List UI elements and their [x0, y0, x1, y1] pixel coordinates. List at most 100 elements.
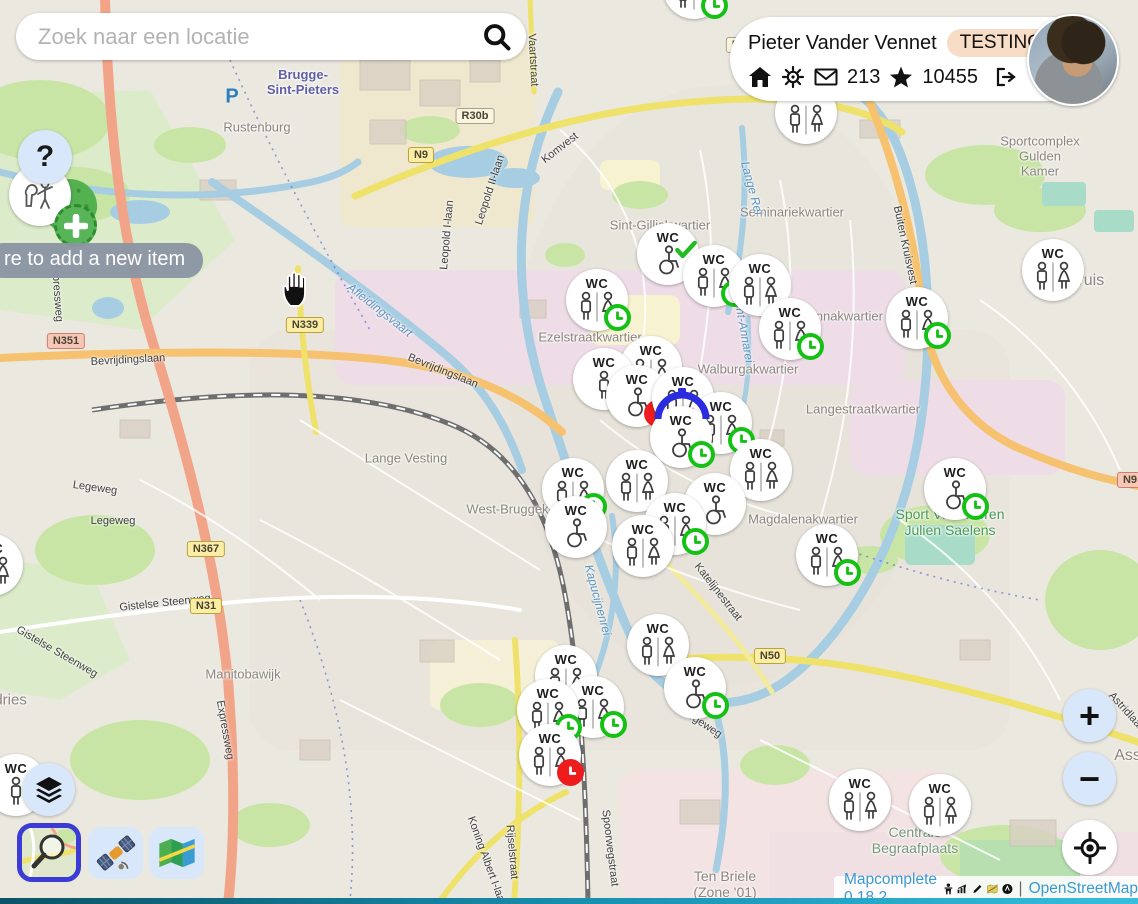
osm-attribution-link[interactable]: OpenStreetMap — [1029, 880, 1138, 898]
star-icon[interactable] — [889, 65, 913, 89]
man-woman-figure-icon — [0, 556, 14, 588]
marker-wc-label: WC — [924, 466, 986, 479]
user-name: Pieter Vander Vennet — [748, 32, 937, 55]
map-marker-toilet[interactable]: WC — [519, 724, 581, 786]
add-new-item-button[interactable] — [54, 204, 97, 247]
clock-icon — [562, 764, 579, 781]
surveyor-icon[interactable] — [943, 881, 954, 897]
clock-icon — [707, 697, 724, 714]
marker-wc-label: WC — [545, 504, 607, 517]
map-marker-toilet[interactable]: WC — [612, 515, 674, 577]
map-marker-toilet[interactable]: WC — [796, 524, 858, 586]
map-markers-layer: WC WC WC WC WC WC WC WC WC WC WC WC WC WC WC WC WC WC WC WC… — [0, 0, 1138, 904]
crosshair-icon — [1074, 832, 1106, 864]
marker-wc-label: WC — [644, 501, 706, 514]
search-bar — [16, 13, 526, 60]
opening-hours-badge — [834, 559, 861, 586]
clock-icon — [967, 498, 984, 515]
opening-hours-badge — [688, 441, 715, 468]
marker-wc-label: WC — [627, 622, 689, 635]
marker-wc-label: WC — [566, 277, 628, 290]
marker-wc-label: WC — [652, 375, 714, 388]
map-marker-toilet[interactable]: WC — [1022, 239, 1084, 301]
help-button[interactable]: ? — [18, 130, 72, 184]
man-woman-figure-icon — [918, 796, 962, 828]
geolocate-button[interactable] — [1062, 820, 1117, 875]
zoom-out-button[interactable]: − — [1063, 752, 1116, 805]
marker-wc-label: WC — [759, 306, 821, 319]
layers-button[interactable] — [22, 763, 75, 816]
add-item-pin[interactable] — [36, 176, 102, 250]
map-marker-toilet[interactable]: WC — [0, 534, 23, 596]
license-icon[interactable] — [1002, 881, 1013, 897]
clock-icon — [929, 327, 946, 344]
user-avatar[interactable] — [1027, 14, 1119, 106]
zoom-in-label: + — [1079, 695, 1100, 737]
zoom-out-label: − — [1079, 758, 1100, 800]
clock-icon — [706, 0, 723, 14]
opening-hours-badge — [924, 322, 951, 349]
map-marker-toilet[interactable]: WC — [663, 0, 725, 19]
add-item-tooltip: re to add a new item — [0, 243, 203, 278]
opening-hours-badge — [604, 304, 631, 331]
map-marker-toilet[interactable]: WC — [566, 269, 628, 331]
messages-envelope-icon[interactable] — [814, 65, 838, 89]
clock-icon — [605, 716, 622, 733]
marker-wc-label: WC — [909, 782, 971, 795]
home-icon[interactable] — [748, 65, 772, 89]
opening-hours-badge — [702, 692, 729, 719]
map-marker-toilet[interactable]: WC — [759, 298, 821, 360]
man-woman-figure-icon — [838, 791, 882, 823]
marker-wc-label: WC — [886, 295, 948, 308]
marker-wc-label: WC — [1022, 247, 1084, 260]
background-map-button[interactable] — [149, 827, 204, 879]
marker-wc-label: WC — [829, 777, 891, 790]
changeset-count: 10455 — [922, 66, 978, 89]
message-count: 213 — [847, 66, 880, 89]
opening-hours-badge — [701, 0, 728, 19]
man-woman-figure-icon — [784, 104, 828, 136]
settings-gear-icon[interactable] — [781, 65, 805, 89]
search-input[interactable] — [36, 23, 482, 51]
satellite-icon — [95, 832, 137, 874]
map-marker-toilet[interactable]: WC — [886, 287, 948, 349]
help-question-mark: ? — [36, 140, 54, 174]
logout-icon[interactable] — [995, 65, 1019, 89]
brand-bottom-bar — [0, 898, 1138, 904]
man-woman-figure-icon — [621, 537, 665, 569]
man-woman-figure-icon — [615, 472, 659, 504]
marker-wc-label: WC — [664, 665, 726, 678]
marker-wc-label: WC — [542, 466, 604, 479]
mapcomplete-logo-icon[interactable] — [987, 881, 998, 897]
layers-icon — [34, 776, 64, 804]
opening-hours-badge — [600, 711, 627, 738]
map-marker-toilet[interactable]: WC — [909, 774, 971, 836]
marker-wc-label: WC — [0, 542, 23, 555]
selected-pin-arc — [653, 388, 711, 422]
map-marker-toilet[interactable]: WC — [664, 657, 726, 719]
plus-icon — [64, 214, 88, 238]
map-marker-toilet[interactable]: WC — [924, 458, 986, 520]
attribution-separator: | — [1019, 880, 1023, 898]
clock-icon — [839, 564, 856, 581]
map-marker-toilet[interactable]: WC — [829, 769, 891, 831]
map-marker-toilet[interactable]: WC — [545, 496, 607, 558]
zoom-in-button[interactable]: + — [1063, 689, 1116, 742]
clock-icon — [609, 309, 626, 326]
background-satellite-button[interactable] — [88, 827, 143, 879]
statistics-icon[interactable] — [957, 881, 968, 897]
background-osm-button[interactable] — [17, 823, 81, 882]
clock-icon — [802, 338, 819, 355]
marker-wc-label: WC — [517, 687, 579, 700]
edit-pencil-icon[interactable] — [972, 881, 983, 897]
marker-wc-label: WC — [535, 653, 597, 666]
man-woman-figure-icon — [1031, 261, 1075, 293]
opening-hours-badge — [682, 528, 709, 555]
clock-icon — [693, 446, 710, 463]
opening-hours-badge — [962, 493, 989, 520]
marker-wc-label: WC — [519, 732, 581, 745]
closed-hours-badge — [557, 759, 584, 786]
marker-wc-label: WC — [729, 262, 791, 275]
marker-wc-label: WC — [612, 523, 674, 536]
search-icon[interactable] — [482, 22, 512, 52]
